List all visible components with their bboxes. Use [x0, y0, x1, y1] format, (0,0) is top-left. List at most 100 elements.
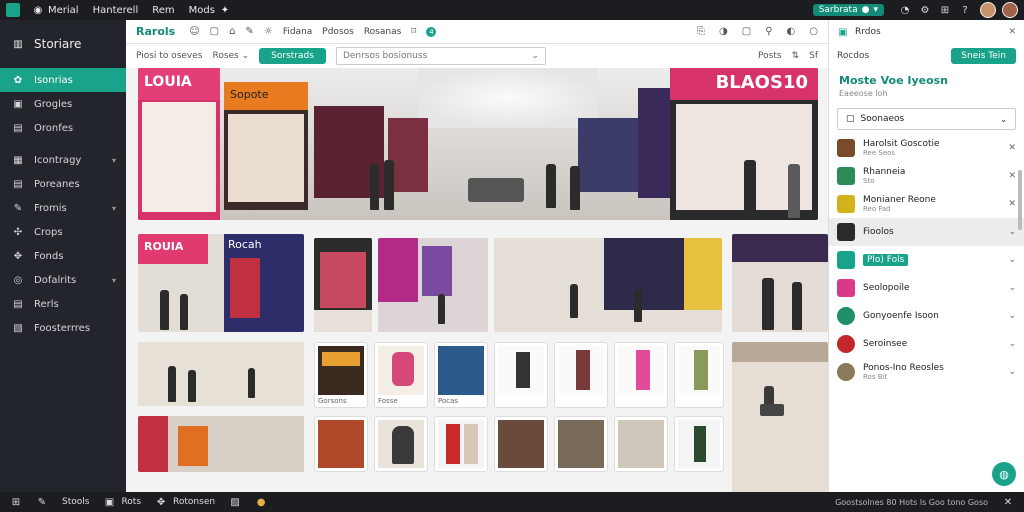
bottom-item[interactable]: ▣ Rots	[103, 496, 141, 508]
gallery-image[interactable]	[138, 416, 304, 472]
item-name: Gonyoenfe Isoon	[863, 311, 939, 321]
product-card[interactable]: Pocas	[434, 342, 488, 408]
close-icon[interactable]: ✕	[1008, 143, 1016, 153]
panel-list-item[interactable]: Seolopoile ⌄	[829, 274, 1024, 302]
chevron-down-icon[interactable]: ⌄	[1008, 339, 1016, 349]
sidebar-item-rerls[interactable]: ▤ Rerls	[0, 292, 126, 316]
sidebar-item-grogles[interactable]: ▣ Grogles	[0, 92, 126, 116]
product-card[interactable]	[554, 342, 608, 408]
panel-list-item[interactable]: Harolsit Goscotie Ree Seos ✕	[829, 134, 1024, 162]
product-card[interactable]	[674, 342, 724, 408]
smile-icon[interactable]: ☺	[189, 26, 199, 37]
help-icon[interactable]: ?	[958, 3, 972, 17]
pin-icon[interactable]: ⚲	[765, 26, 772, 37]
toolbar-link[interactable]: Pdosos	[322, 27, 354, 37]
gallery-image[interactable]: ROUIA Rocah	[138, 234, 304, 332]
sidebar-item-foosterrres[interactable]: ▧ Foosterrres	[0, 316, 126, 340]
product-card[interactable]: Fosse	[374, 342, 428, 408]
product-card[interactable]	[314, 416, 368, 472]
product-card[interactable]	[434, 416, 488, 472]
product-card[interactable]	[494, 416, 548, 472]
product-card[interactable]	[374, 416, 428, 472]
menu-icon[interactable]: ▥	[12, 38, 24, 50]
chat-fab-button[interactable]: ◍	[992, 462, 1016, 486]
chevron-down-icon[interactable]: ⌄	[1008, 311, 1016, 321]
share-icon[interactable]: ⎘	[697, 26, 705, 37]
toolbar-link[interactable]: Fidana	[283, 27, 312, 37]
gallery-image[interactable]	[378, 238, 488, 332]
sidebar-item-oronfes[interactable]: ▤ Oronfes	[0, 116, 126, 140]
trash-icon[interactable]: ▨	[229, 496, 241, 508]
sun-icon[interactable]: ☼	[264, 26, 273, 37]
tag-icon[interactable]: ⌑	[411, 26, 416, 37]
panel-list-item[interactable]: Rhanneia Sto ✕	[829, 162, 1024, 190]
sidebar-item-crops[interactable]: ✣ Crops	[0, 220, 126, 244]
app-logo-icon[interactable]	[6, 3, 20, 17]
panel-scrollbar[interactable]	[1018, 170, 1022, 230]
chevron-down-icon[interactable]: ⌄	[1008, 255, 1016, 265]
brush-icon[interactable]: ✎	[36, 496, 48, 508]
search-input[interactable]: Denrsos bosionuss ⌄	[335, 47, 546, 65]
avatar[interactable]	[980, 2, 996, 18]
panel-list-item[interactable]: Gonyoenfe Isoon ⌄	[829, 302, 1024, 330]
product-card[interactable]	[614, 416, 668, 472]
edit-icon[interactable]: ✎	[245, 26, 253, 37]
product-card[interactable]: Gorsons	[314, 342, 368, 408]
doc-icon[interactable]: ▢	[210, 26, 219, 37]
compare-icon[interactable]: ◐	[787, 26, 796, 37]
filter-label[interactable]: Piosi to oseves	[136, 51, 202, 61]
menu-hanterell[interactable]: Hanterell	[93, 5, 139, 16]
product-card[interactable]	[554, 416, 608, 472]
close-icon[interactable]: ✕	[1008, 171, 1016, 181]
avatar-secondary[interactable]	[1002, 2, 1018, 18]
sidebar-item-fromis[interactable]: ✎ Fromis ▾	[0, 196, 126, 220]
chevron-down-icon[interactable]: ⌄	[1008, 283, 1016, 293]
chevron-down-icon[interactable]: ⌄	[1008, 227, 1016, 237]
sidebar-item-fonds[interactable]: ✥ Fonds	[0, 244, 126, 268]
close-icon[interactable]: ✕	[1008, 199, 1016, 209]
gallery-image[interactable]	[732, 234, 828, 332]
sidebar-item-isonrias[interactable]: ✿ Isonrias	[0, 68, 126, 92]
menu-mods[interactable]: Mods ✦	[189, 4, 231, 16]
panel-action-button[interactable]: Sneis Tein	[951, 48, 1016, 64]
panel-select[interactable]: ▢ Soonaeos ⌄	[837, 108, 1016, 130]
copy-icon[interactable]: ▢	[742, 26, 751, 37]
gallery-image[interactable]	[314, 238, 372, 332]
panel-list-item-highlighted[interactable]: Plo) Fols ⌄	[829, 246, 1024, 274]
close-icon[interactable]: ✕	[1002, 496, 1014, 508]
sidebar-item-poreanes[interactable]: ▤ Poreanes	[0, 172, 126, 196]
status-pill[interactable]: Sarbrata ● ▾	[812, 4, 884, 16]
gallery-image[interactable]	[732, 342, 828, 492]
gallery-image[interactable]	[138, 342, 304, 406]
link-icon[interactable]: ◑	[719, 26, 728, 37]
chevron-down-icon[interactable]: ⌄	[1008, 367, 1016, 377]
panel-list-item-selected[interactable]: Fioolos ⌄	[829, 218, 1024, 246]
gallery-image[interactable]	[494, 238, 722, 332]
primary-action-button[interactable]: Sorstrads	[259, 48, 326, 64]
grid-icon[interactable]: ⊞	[10, 496, 22, 508]
bottom-item[interactable]: ✥ Rotonsen	[155, 496, 215, 508]
panel-list-item[interactable]: Seroinsee ⌄	[829, 330, 1024, 358]
product-card[interactable]	[674, 416, 724, 472]
gear-icon[interactable]: ⚙	[918, 3, 932, 17]
home-icon[interactable]: ⌂	[229, 26, 235, 37]
toolbar-link[interactable]: Rosanas	[364, 27, 401, 37]
bell-icon[interactable]: ◔	[898, 3, 912, 17]
emoji-icon[interactable]: ●	[255, 496, 267, 508]
grid-icon[interactable]: ⊞	[938, 3, 952, 17]
info-icon[interactable]: ○	[809, 26, 818, 37]
sidebar-item-icontragy[interactable]: ▦ Icontragy ▾	[0, 148, 126, 172]
close-icon[interactable]: ✕	[1008, 27, 1016, 37]
sidebar-item-dofalrits[interactable]: ◎ Dofalrits ▾	[0, 268, 126, 292]
panel-list-item[interactable]: Monianer Reone Reo Fad ✕	[829, 190, 1024, 218]
sort-icon[interactable]: ⇅	[792, 51, 800, 61]
menu-merial[interactable]: ◉ Merial	[32, 4, 79, 16]
product-thumb	[498, 420, 544, 468]
panel-list-item[interactable]: Ponos-Ino Reosles Ros Bit ⌄	[829, 358, 1024, 386]
menu-rem[interactable]: Rem	[152, 5, 174, 16]
filter-roses[interactable]: Roses ⌄	[212, 51, 249, 61]
product-card[interactable]	[614, 342, 668, 408]
bottom-item[interactable]: Stools	[62, 497, 89, 507]
product-card[interactable]	[494, 342, 548, 408]
hero-image[interactable]: LOUIA Sopote BLAOS10	[138, 68, 818, 220]
